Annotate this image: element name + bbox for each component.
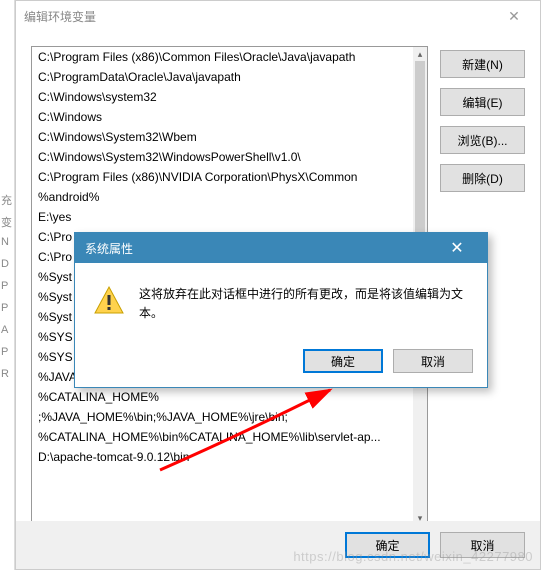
new-button[interactable]: 新建(N) bbox=[440, 50, 525, 78]
close-icon[interactable]: ✕ bbox=[496, 8, 532, 25]
strip-char: R bbox=[0, 366, 14, 388]
popup-close-icon[interactable]: ✕ bbox=[437, 233, 477, 263]
cropped-left-strip: 充 变 N D P P A P R bbox=[0, 0, 15, 570]
list-item[interactable]: C:\Program Files (x86)\NVIDIA Corporatio… bbox=[32, 167, 413, 187]
popup-titlebar: 系统属性 ✕ bbox=[75, 233, 487, 263]
list-item[interactable]: %android% bbox=[32, 187, 413, 207]
strip-char: P bbox=[0, 300, 14, 322]
popup-title: 系统属性 bbox=[85, 240, 437, 257]
bottom-bar: 确定 取消 bbox=[16, 521, 540, 569]
list-item[interactable]: C:\Windows\system32 bbox=[32, 87, 413, 107]
main-title: 编辑环境变量 bbox=[24, 8, 496, 25]
strip-char: N bbox=[0, 234, 14, 256]
popup-buttons: 确定 取消 bbox=[75, 341, 487, 387]
cancel-button[interactable]: 取消 bbox=[440, 532, 525, 558]
list-item[interactable]: C:\Windows\System32\WindowsPowerShell\v1… bbox=[32, 147, 413, 167]
confirm-popup: 系统属性 ✕ 这将放弃在此对话框中进行的所有更改，而是将该值编辑为文本。 确定 … bbox=[74, 232, 488, 388]
main-titlebar: 编辑环境变量 ✕ bbox=[16, 1, 540, 31]
strip-char: P bbox=[0, 278, 14, 300]
list-item[interactable]: C:\Windows\System32\Wbem bbox=[32, 127, 413, 147]
popup-ok-button[interactable]: 确定 bbox=[303, 349, 383, 373]
strip-char: 变 bbox=[0, 212, 14, 234]
delete-button[interactable]: 删除(D) bbox=[440, 164, 525, 192]
edit-button[interactable]: 编辑(E) bbox=[440, 88, 525, 116]
list-item[interactable]: C:\Program Files (x86)\Common Files\Orac… bbox=[32, 47, 413, 67]
list-item[interactable]: %CATALINA_HOME%\bin%CATALINA_HOME%\lib\s… bbox=[32, 427, 413, 447]
popup-message: 这将放弃在此对话框中进行的所有更改，而是将该值编辑为文本。 bbox=[139, 285, 469, 323]
strip-char: P bbox=[0, 344, 14, 366]
warning-icon bbox=[93, 285, 125, 317]
list-item[interactable]: ;%JAVA_HOME%\bin;%JAVA_HOME%\jre\bin; bbox=[32, 407, 413, 427]
strip-char: A bbox=[0, 322, 14, 344]
list-item[interactable]: %CATALINA_HOME% bbox=[32, 387, 413, 407]
browse-button[interactable]: 浏览(B)... bbox=[440, 126, 525, 154]
list-item[interactable]: C:\Windows bbox=[32, 107, 413, 127]
popup-body: 这将放弃在此对话框中进行的所有更改，而是将该值编辑为文本。 bbox=[75, 263, 487, 341]
scroll-up-icon[interactable]: ▴ bbox=[413, 47, 427, 61]
list-item[interactable]: D:\apache-tomcat-9.0.12\bin bbox=[32, 447, 413, 467]
ok-button[interactable]: 确定 bbox=[345, 532, 430, 558]
list-item[interactable]: E:\yes bbox=[32, 207, 413, 227]
strip-char: D bbox=[0, 256, 14, 278]
list-item[interactable]: C:\ProgramData\Oracle\Java\javapath bbox=[32, 67, 413, 87]
strip-char: 充 bbox=[0, 190, 14, 212]
popup-cancel-button[interactable]: 取消 bbox=[393, 349, 473, 373]
